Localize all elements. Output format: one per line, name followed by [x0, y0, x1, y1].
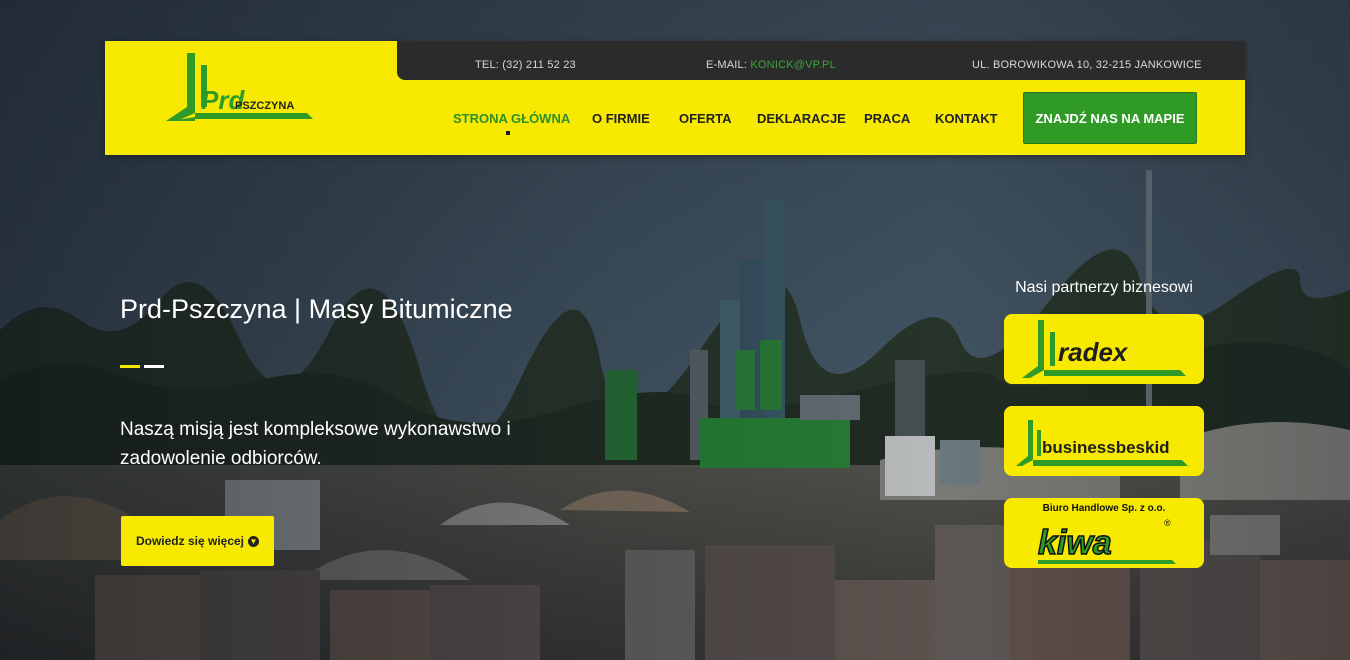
site-header: Prd PSZCZYNA TEL: (32) 211 52 23 E-MAIL:…: [105, 41, 1245, 155]
svg-text:kiwa: kiwa: [1038, 524, 1112, 562]
hero-mission-text: Naszą misją jest kompleksowe wykonawstwo…: [120, 419, 511, 469]
svg-text:radex: radex: [1058, 337, 1129, 367]
phone-number: TEL: (32) 211 52 23: [475, 59, 576, 71]
email-link[interactable]: KONICK@VP.PL: [750, 59, 836, 71]
title-divider-yellow: [120, 365, 140, 368]
nav-item-contact[interactable]: KONTAKT: [935, 111, 998, 126]
nav-item-home[interactable]: STRONA GŁÓWNA: [453, 111, 570, 126]
email-label: E-MAIL:: [706, 59, 751, 71]
email-info: E-MAIL: KONICK@VP.PL: [706, 59, 836, 71]
partners-heading: Nasi partnerzy biznesowi: [1015, 279, 1193, 296]
partner-businessbeskid-logo[interactable]: businessbeskid: [1004, 406, 1204, 476]
svg-text:®: ®: [1164, 518, 1171, 528]
contact-topbar: TEL: (32) 211 52 23 E-MAIL: KONICK@VP.PL…: [397, 41, 1245, 80]
hero-title: Prd-Pszczyna | Masy Bitumiczne: [120, 294, 513, 324]
partner-kiwa-logo[interactable]: Biuro Handlowe Sp. z o.o. kiwa ®: [1004, 498, 1204, 568]
partner-radex-logo[interactable]: radex: [1004, 314, 1204, 384]
nav-item-about[interactable]: O FIRMIE: [592, 111, 650, 126]
prd-pszczyna-logo[interactable]: Prd PSZCZYNA: [165, 51, 313, 123]
nav-item-offer[interactable]: OFERTA: [679, 111, 731, 126]
kiwa-company-line: Biuro Handlowe Sp. z o.o.: [1042, 503, 1166, 514]
nav-item-jobs[interactable]: PRACA: [864, 111, 910, 126]
find-on-map-button[interactable]: ZNAJDŹ NAS NA MAPIE: [1023, 92, 1197, 144]
svg-text:PSZCZYNA: PSZCZYNA: [235, 100, 294, 112]
active-nav-indicator: [506, 131, 510, 135]
title-divider-white: [144, 365, 164, 368]
address: UL. BOROWIKOWA 10, 32-215 JANKOWICE: [972, 59, 1202, 71]
learn-more-label: Dowiedz się więcej: [135, 534, 245, 548]
learn-more-button[interactable]: Dowiedz się więcej ▼: [121, 516, 274, 566]
nav-item-declarations[interactable]: DEKLARACJE: [757, 111, 846, 126]
svg-text:businessbeskid: businessbeskid: [1042, 438, 1170, 457]
circle-arrow-down-icon: ▼: [248, 535, 260, 547]
